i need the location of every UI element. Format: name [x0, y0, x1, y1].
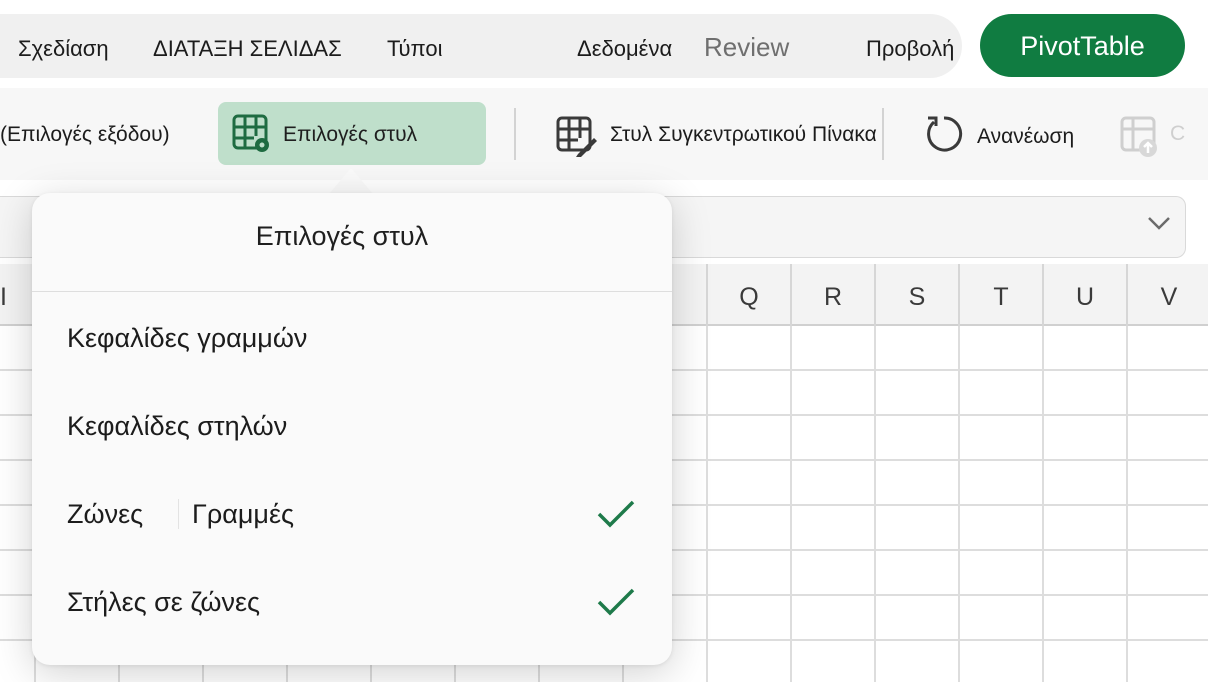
pivot-style-icon[interactable]	[556, 116, 598, 163]
ribbon-tab-bar: Σχεδίαση ΔΙΑΤΑΞΗ ΣΕΛΙΔΑΣ Τύποι Δεδομένα …	[0, 14, 962, 78]
tab-pivottable[interactable]: PivotTable	[980, 14, 1185, 77]
pivot-style-button[interactable]: Στυλ Συγκεντρωτικού Πίνακα	[610, 123, 877, 147]
change-source-icon	[1120, 116, 1162, 163]
option-label: Ζώνες	[67, 499, 144, 529]
checkmark-icon	[596, 585, 636, 624]
popover-arrow	[329, 168, 373, 194]
popover-title: Επιλογές στυλ	[255, 221, 429, 251]
option-column-headers[interactable]: Κεφαλίδες στηλών	[32, 383, 672, 471]
ribbon-divider	[514, 108, 516, 160]
tab-page-layout[interactable]: ΔΙΑΤΑΞΗ ΣΕΛΙΔΑΣ	[153, 14, 342, 78]
column-header-q[interactable]: Q	[706, 264, 790, 326]
style-options-label: Επιλογές στυλ	[283, 123, 418, 146]
checkmark-icon	[596, 497, 636, 536]
style-options-button[interactable]: Επιλογές στυλ	[218, 102, 486, 165]
column-header-v[interactable]: V	[1126, 264, 1208, 326]
table-style-options-icon	[232, 114, 272, 159]
chevron-down-icon[interactable]	[1146, 212, 1172, 239]
ribbon-toolbar: (Επιλογές εξόδου) Επιλογές στυλ Στυλ Συγ…	[0, 88, 1208, 180]
tab-data[interactable]: Δεδομένα	[577, 14, 672, 78]
ribbon-divider	[882, 108, 884, 160]
option-label: Στήλες σε ζώνες	[67, 587, 261, 617]
column-header-s[interactable]: S	[874, 264, 958, 326]
column-header-t[interactable]: T	[958, 264, 1042, 326]
tab-review[interactable]: Review	[704, 14, 789, 78]
column-header[interactable]: I	[0, 264, 7, 330]
tab-formulas[interactable]: Τύποι	[387, 14, 443, 78]
option-label: Κεφαλίδες στηλών	[67, 411, 288, 441]
column-header-r[interactable]: R	[790, 264, 874, 326]
popover-divider	[32, 291, 672, 292]
option-row-headers[interactable]: Κεφαλίδες γραμμών	[32, 295, 672, 383]
output-options-button[interactable]: (Επιλογές εξόδου)	[0, 123, 170, 147]
option-banded-rows[interactable]: Ζώνες Γραμμές	[32, 471, 672, 559]
option-label-secondary: Γραμμές	[192, 499, 295, 529]
tab-view[interactable]: Προβολή	[866, 14, 954, 78]
tab-design[interactable]: Σχεδίαση	[18, 14, 109, 78]
refresh-button[interactable]: Ανανέωση	[977, 125, 1074, 149]
refresh-icon[interactable]	[924, 114, 964, 159]
style-options-popover: Επιλογές στυλ Κεφαλίδες γραμμών Κεφαλίδε…	[32, 193, 672, 665]
option-label: Κεφαλίδες γραμμών	[67, 323, 308, 353]
change-source-button: C	[1170, 122, 1186, 145]
option-separator	[178, 499, 179, 529]
column-header-u[interactable]: U	[1042, 264, 1126, 326]
option-banded-columns[interactable]: Στήλες σε ζώνες	[32, 559, 672, 647]
